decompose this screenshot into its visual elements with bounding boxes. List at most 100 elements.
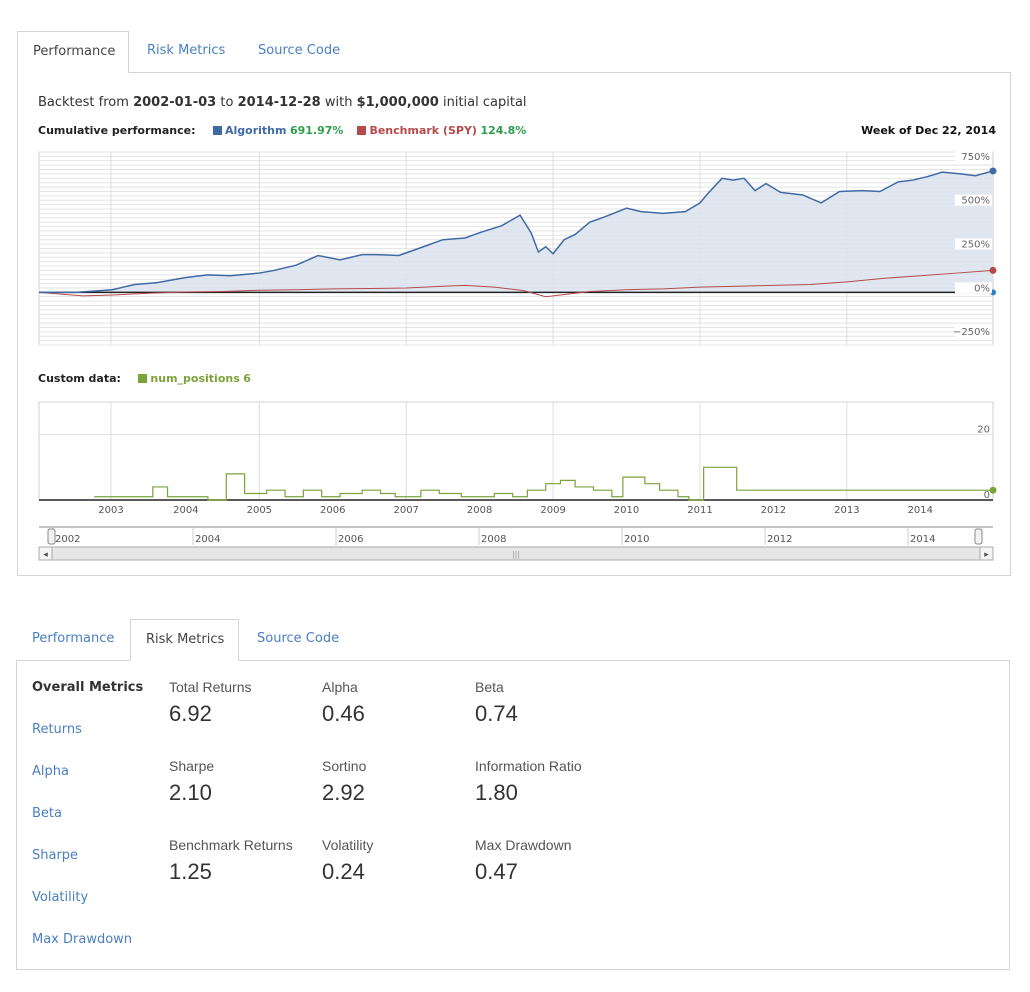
metric-value: 2.92 [322,780,365,805]
y-tick-label: 20 [977,425,990,436]
navigator-label: 2006 [338,534,363,545]
sidebar-item-returns[interactable]: Returns [32,722,82,737]
sidebar-item-volatility[interactable]: Volatility [32,890,88,905]
metric-label: Alpha [322,679,358,695]
num-positions-end-point [989,486,997,494]
y-tick-label: 0% [974,283,990,294]
summary-with: with [324,95,353,110]
custom-data-label: Custom data: [38,372,121,385]
metric-label: Sortino [322,758,367,774]
navigator-left-handle [47,528,56,545]
metric-benchmark-returns: Benchmark Returns 1.25 [169,837,319,885]
y-tick-label: 500% [961,196,990,207]
metric-beta: Beta 0.74 [475,679,625,727]
sidebar-item-alpha[interactable]: Alpha [32,764,69,779]
tab-risk-metrics-bottom[interactable]: Risk Metrics [130,619,239,661]
metric-label: Benchmark Returns [169,837,293,853]
navigator-label: 2002 [55,534,80,545]
range-navigator[interactable]: 2002 2004 2006 2008 2010 2012 2014 ◂ ▸ ||| [18,521,1012,566]
scroll-right-icon: ▸ [984,550,989,560]
benchmark-swatch-icon [357,126,367,135]
x-tick-label: 2007 [393,505,418,516]
navigator-label: 2004 [195,534,220,545]
plot-area [38,401,994,501]
metric-value: 0.46 [322,701,365,726]
navigator-label: 2014 [910,534,935,545]
week-label: Week of Dec 22, 2014 [861,124,996,137]
navigator-label: 2012 [767,534,792,545]
algorithm-end-point [989,167,997,175]
x-tick-label: 2013 [834,505,859,516]
x-tick-label: 2004 [173,505,198,516]
x-tick-label: 2009 [540,505,565,516]
y-tick-label: 0 [984,490,990,501]
y-tick-label: 250% [961,240,990,251]
benchmark-name: Benchmark (SPY) [369,124,477,137]
legend-algorithm[interactable]: Algorithm 691.97% [213,124,347,137]
metric-sortino: Sortino 2.92 [322,758,472,806]
metric-value: 1.80 [475,780,518,805]
sidebar-item-overall-metrics[interactable]: Overall Metrics [32,680,143,695]
x-tick-label: 2006 [320,505,345,516]
metric-total-returns: Total Returns 6.92 [169,679,319,727]
metric-sharpe: Sharpe 2.10 [169,758,319,806]
metric-value: 0.74 [475,701,518,726]
metric-label: Total Returns [169,679,252,695]
x-tick-label: 2011 [687,505,712,516]
x-tick-label: 2003 [98,505,123,516]
metric-value: 2.10 [169,780,212,805]
y-tick-label: 750% [961,152,990,163]
benchmark-end-point [989,266,997,274]
tab-performance-bottom[interactable]: Performance [17,619,129,661]
x-tick-label: 2005 [247,505,272,516]
algorithm-name: Algorithm [225,124,287,137]
x-tick-label: 2008 [467,505,492,516]
navigator-label: 2010 [624,534,649,545]
custom-data-legend: Custom data: num_positions 6 [38,372,251,385]
navigator-right-handle [974,528,983,545]
backtest-summary: Backtest from 2002-01-03 to 2014-12-28 w… [38,95,527,110]
benchmark-value: 124.8% [480,124,527,137]
performance-legend: Cumulative performance: Algorithm 691.97… [38,124,996,137]
metric-label: Information Ratio [475,758,582,774]
summary-to: to [220,95,234,110]
num-positions-name: num_positions [150,372,240,385]
x-tick-label: 2010 [614,505,639,516]
legend-num-positions[interactable]: num_positions 6 [138,372,251,385]
bottom-tab-bar: Performance Risk Metrics Source Code [16,619,1010,661]
start-date: 2002-01-03 [133,95,217,110]
summary-prefix: Backtest from [38,95,129,110]
summary-suffix: initial capital [442,95,527,110]
end-date: 2014-12-28 [237,95,321,110]
metric-volatility: Volatility 0.24 [322,837,472,885]
x-tick-label: 2012 [761,505,786,516]
sidebar-item-max-drawdown[interactable]: Max Drawdown [32,932,132,947]
metric-max-drawdown: Max Drawdown 0.47 [475,837,625,885]
metric-label: Max Drawdown [475,837,572,853]
metric-value: 6.92 [169,701,212,726]
navigator-label: 2008 [481,534,506,545]
top-tab-bar: Performance Risk Metrics Source Code [17,31,1010,73]
algorithm-value: 691.97% [289,124,344,137]
scroll-left-icon: ◂ [43,550,48,560]
tab-source-code[interactable]: Source Code [243,31,355,73]
metric-value: 0.24 [322,859,365,884]
tab-source-code-bottom[interactable]: Source Code [242,619,354,661]
cumulative-performance-chart[interactable]: 750% 500% 250% 0% −250% [18,148,1012,348]
metric-label: Volatility [322,837,374,853]
legend-label: Cumulative performance: [38,124,196,137]
legend-benchmark[interactable]: Benchmark (SPY) 124.8% [357,124,526,137]
tab-performance[interactable]: Performance [17,31,129,73]
metric-label: Sharpe [169,758,215,774]
num-positions-value: 6 [243,372,251,385]
metric-value: 1.25 [169,859,212,884]
tab-risk-metrics[interactable]: Risk Metrics [132,31,240,73]
sidebar-item-beta[interactable]: Beta [32,806,62,821]
metric-value: 0.47 [475,859,518,884]
sidebar-item-sharpe[interactable]: Sharpe [32,848,78,863]
scrollbar-grip-icon: ||| [512,550,520,559]
custom-data-chart[interactable]: 20 0 2003 2004 2005 2006 2007 2008 2009 2010 2011 2… [18,398,1012,518]
metric-label: Beta [475,679,504,695]
num-positions-swatch-icon [138,374,148,383]
risk-metrics-panel: Overall Metrics Returns Alpha Beta Sharp… [16,660,1010,970]
